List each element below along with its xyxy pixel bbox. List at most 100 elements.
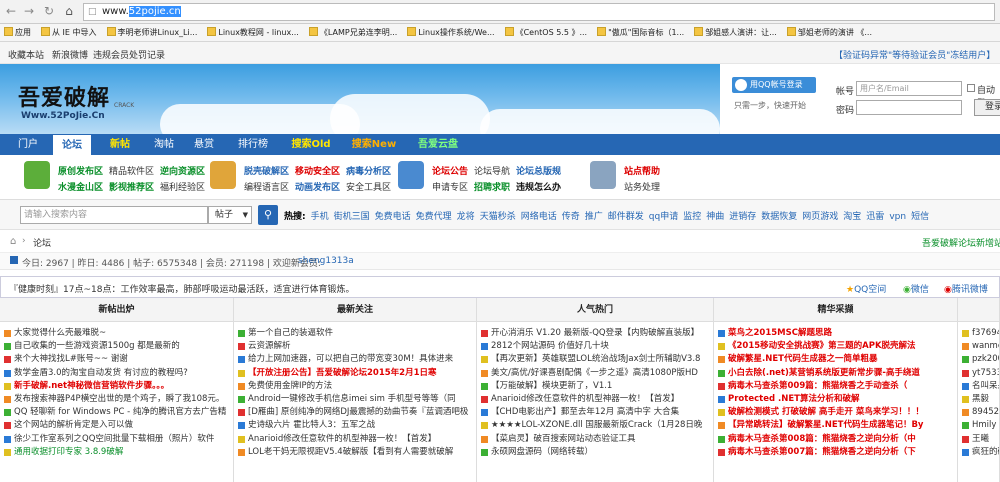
- thread-title[interactable]: 【再次更新】英雄联盟LOL统治战场Jax剑士所辅助V3.8: [491, 354, 700, 364]
- hot-search-link[interactable]: 淘宝: [843, 212, 861, 222]
- nav-item-forum[interactable]: 论坛: [52, 134, 92, 155]
- topbar-notice[interactable]: 【验证码异常"等待验证会员"冻结用户】: [834, 48, 995, 61]
- nav-item-search-old[interactable]: 搜索Old: [284, 134, 338, 155]
- share-qzone-link[interactable]: ★QQ空间: [846, 282, 886, 295]
- auto-login-checkbox[interactable]: [967, 84, 975, 92]
- thread-row[interactable]: [D雁曲] 原创纯净的网络DJ最震撼的劲曲节奏『蓝调酒吧极: [234, 406, 476, 419]
- bookmark-item[interactable]: 李明老师讲Linux_Li...: [106, 24, 197, 41]
- breadcrumb-forum[interactable]: 论坛: [33, 236, 51, 249]
- thread-title[interactable]: LOL老干妈无限视距V5.4破解版【看到有人需要就破解: [248, 447, 453, 457]
- quicknav-link[interactable]: 动画发布区: [295, 180, 340, 193]
- thread-title[interactable]: 史诗级六片 霍比特人3：五军之战: [248, 420, 375, 430]
- password-input[interactable]: [856, 100, 962, 115]
- thread-row[interactable]: Anarioid修改任意软件的机型神器一枚！【首发】: [477, 393, 713, 406]
- thread-title[interactable]: 名叫呆呆: [972, 381, 999, 391]
- thread-title[interactable]: 发布搜索神器P4P横空出世的是个鸡子，瞬了我108元。: [14, 394, 224, 404]
- thread-title[interactable]: 【异常跳转法】破解繁星.NET代码生成器笔记！By: [728, 420, 923, 430]
- thread-title[interactable]: 来个大神找找L#账号~~ 谢谢: [14, 354, 128, 364]
- thread-title[interactable]: 89452914: [972, 407, 999, 417]
- new-member-link[interactable]: sheng1313a: [298, 256, 354, 266]
- quicknav-link[interactable]: 影视推荐区: [109, 180, 154, 193]
- quicknav-link[interactable]: 原创发布区: [58, 164, 103, 177]
- thread-title[interactable]: ★★★★LOL-XZONE.dll 国服最新版Crack（1月28日晚: [491, 420, 702, 430]
- thread-row[interactable]: 名叫呆呆: [958, 380, 999, 393]
- nav-item-reward[interactable]: 悬赏: [186, 134, 222, 155]
- forward-icon[interactable]: →: [22, 4, 36, 18]
- reload-icon[interactable]: ↻: [42, 4, 56, 18]
- thread-title[interactable]: 病毒木马查杀第008篇：熊猫烧香之逆向分析（中: [728, 434, 916, 444]
- quicknav-link[interactable]: 精品软件区: [109, 164, 154, 177]
- thread-title[interactable]: yt753302: [972, 368, 999, 378]
- thread-title[interactable]: 这个网站的解析肯定是入可以做: [14, 420, 133, 430]
- quicknav-link[interactable]: 病毒分析区: [346, 164, 391, 177]
- quicknav-link[interactable]: 脱壳破解区: [244, 164, 289, 177]
- hot-search-link[interactable]: 神曲: [706, 212, 724, 222]
- home-icon[interactable]: ⌂: [10, 236, 16, 247]
- thread-title[interactable]: 【开放注册公告】吾爱破解论坛2015年2月1日寒: [248, 368, 437, 378]
- home-icon[interactable]: ⌂: [62, 4, 76, 18]
- thread-title[interactable]: 数学金盾3.0的淘宝自动发货 有讨应的教程吗?: [14, 368, 188, 378]
- thread-title[interactable]: 新手破解.net神秘微信营销软件步骤。。。: [14, 381, 169, 391]
- hot-search-link[interactable]: 龙将: [457, 212, 475, 222]
- bookmark-item[interactable]: 从 IE 中导入: [41, 24, 97, 41]
- hot-search-link[interactable]: 街机三国: [334, 212, 370, 222]
- thread-row[interactable]: 来个大神找找L#账号~~ 谢谢: [0, 353, 233, 366]
- thread-title[interactable]: Anarioid修改任意软件的机型神器一枚！【首发】: [248, 434, 436, 444]
- thread-title[interactable]: Hmily: [972, 420, 996, 430]
- thread-row[interactable]: 菜鸟之2015MSC解题思路: [714, 327, 957, 340]
- thread-title[interactable]: 自己收集的一些游戏资源1500g 都是最新的: [14, 341, 180, 351]
- bookmark-item[interactable]: Linux教程网 - linux...: [207, 24, 299, 41]
- hot-search-link[interactable]: 短信: [911, 212, 929, 222]
- thread-title[interactable]: 第一个自己的装逼软件: [248, 328, 333, 338]
- search-scope-select[interactable]: 帖子 ▼: [208, 206, 252, 224]
- thread-title[interactable]: 菜鸟之2015MSC解题思路: [728, 328, 832, 338]
- thread-row[interactable]: ★★★★LOL-XZONE.dll 国服最新版Crack（1月28日晚: [477, 419, 713, 432]
- hot-search-link[interactable]: 天猫秒杀: [480, 212, 516, 222]
- thread-row[interactable]: LOL老干妈无限视距V5.4破解版【看到有人需要就破解: [234, 446, 476, 459]
- bookmark-item[interactable]: 《CentOS 5.5 》...: [504, 24, 587, 41]
- thread-title[interactable]: 病毒木马查杀第007篇：熊猫烧香之逆向分析（下: [728, 447, 916, 457]
- quicknav-link[interactable]: 论坛导航: [474, 164, 510, 177]
- bookmark-item[interactable]: 应用: [4, 24, 31, 41]
- thread-title[interactable]: Anarioid修改任意软件的机型神器一枚！【首发】: [491, 394, 679, 404]
- thread-title[interactable]: 病毒木马查杀第009篇：熊猫烧香之手动查杀（: [728, 381, 907, 391]
- quicknav-link[interactable]: 福利经验区: [160, 180, 205, 193]
- bookmark-item[interactable]: "傲瓜"国际音标（1...: [597, 24, 684, 41]
- hot-search-link[interactable]: 网页游戏: [802, 212, 838, 222]
- thread-row[interactable]: 疯狂的破解: [958, 446, 999, 459]
- thread-row[interactable]: 【开放注册公告】吾爱破解论坛2015年2月1日寒: [234, 367, 476, 380]
- thread-row[interactable]: 云资源解析: [234, 340, 476, 353]
- hot-search-link[interactable]: 手机: [311, 212, 329, 222]
- thread-row[interactable]: 徐少工作室系列之QQ空间批量下载相册（照片）软件: [0, 433, 233, 446]
- thread-row[interactable]: 病毒木马查杀第009篇：熊猫烧香之手动查杀（: [714, 380, 957, 393]
- thread-row[interactable]: 病毒木马查杀第008篇：熊猫烧香之逆向分析（中: [714, 433, 957, 446]
- thread-row[interactable]: 数学金盾3.0的淘宝自动发货 有讨应的教程吗?: [0, 367, 233, 380]
- hot-search-link[interactable]: 监控: [683, 212, 701, 222]
- thread-row[interactable]: 开心消消乐 V1.20 最新版-QQ登录【内购破解直装版】: [477, 327, 713, 340]
- thread-title[interactable]: pzk2008: [972, 354, 999, 364]
- bookmark-item[interactable]: 《LAMP兄弟连李明...: [308, 24, 397, 41]
- thread-title[interactable]: 给力上网加速器，可以把自己的带宽变30M！具体进来: [248, 354, 453, 364]
- thread-row[interactable]: 89452914: [958, 406, 999, 419]
- nav-item-search-new[interactable]: 搜索New: [344, 134, 404, 155]
- thread-row[interactable]: f37694433: [958, 327, 999, 340]
- thread-title[interactable]: wanmei: [972, 341, 999, 351]
- hot-search-link[interactable]: qq申请: [649, 212, 678, 222]
- thread-row[interactable]: 免费使用金牌IP的方法: [234, 380, 476, 393]
- thread-row[interactable]: Android一键修改手机信息imei sim 手机型号等等（同: [234, 393, 476, 406]
- thread-row[interactable]: yt753302: [958, 367, 999, 380]
- thread-title[interactable]: 云资源解析: [248, 341, 291, 351]
- thread-row[interactable]: 自己收集的一些游戏资源1500g 都是最新的: [0, 340, 233, 353]
- bookmark-item[interactable]: 邹姐感人演讲：让...: [694, 24, 777, 41]
- nav-item-portal[interactable]: 门户: [10, 134, 46, 155]
- thread-title[interactable]: 免费使用金牌IP的方法: [248, 381, 332, 391]
- bookmark-item[interactable]: 邹姐老师的演讲 《...: [786, 24, 872, 41]
- thread-title[interactable]: 疯狂的破解: [972, 447, 999, 457]
- thread-title[interactable]: 黑毅: [972, 394, 989, 404]
- login-button[interactable]: 登录: [974, 99, 1000, 116]
- site-logo[interactable]: 吾爱破解 Www.52PoJie.Cn CRACK: [18, 80, 148, 128]
- search-input[interactable]: 请输入搜索内容: [20, 206, 208, 224]
- nav-item-collect[interactable]: 淘帖: [146, 134, 182, 155]
- thread-title[interactable]: Android一键修改手机信息imei sim 手机型号等等（同: [248, 394, 456, 404]
- thread-title[interactable]: 大家觉得什么壳最难脱~: [14, 328, 106, 338]
